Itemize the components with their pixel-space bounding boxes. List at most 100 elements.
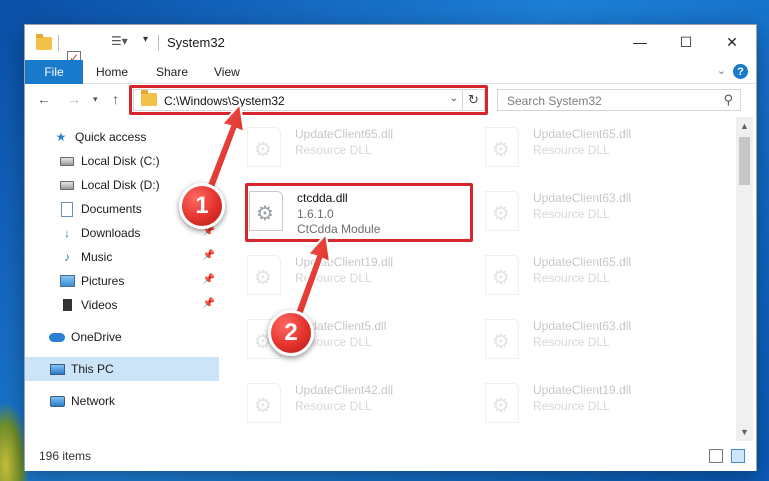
tab-view[interactable]: View xyxy=(214,65,240,79)
dll-file-icon xyxy=(485,319,519,359)
close-button[interactable]: ✕ xyxy=(709,25,755,59)
file-name: UpdateClient65.dll xyxy=(533,127,632,141)
nav-item-pictures[interactable]: Pictures 📌 xyxy=(25,269,219,293)
file-name: UpdateClient63.dll xyxy=(533,191,632,205)
file-item[interactable]: UpdateClient42.dll Resource DLL xyxy=(221,377,449,433)
file-name: UpdateClient63.dll xyxy=(533,319,632,333)
details-view-icon[interactable] xyxy=(709,449,723,463)
dll-file-icon xyxy=(485,127,519,167)
file-item[interactable]: UpdateClient63.dll Resource DLL xyxy=(459,313,687,369)
nav-item-videos[interactable]: Videos 📌 xyxy=(25,293,219,317)
nav-item-label: Local Disk (C:) xyxy=(81,154,160,168)
file-name: UpdateClient19.dll xyxy=(295,255,394,269)
drive-icon xyxy=(59,177,75,193)
forward-arrow-icon[interactable]: → xyxy=(67,91,81,107)
file-name: UpdateClient42.dll xyxy=(295,383,394,397)
item-count: 196 items xyxy=(39,449,92,463)
dll-file-icon xyxy=(485,383,519,423)
scrollbar-thumb[interactable] xyxy=(739,137,750,185)
nav-item-label: Music xyxy=(81,250,113,264)
nav-item-music[interactable]: ♪ Music 📌 xyxy=(25,245,219,269)
file-item[interactable]: UpdateClient19.dll Resource DLL xyxy=(459,377,687,433)
file-type: Resource DLL xyxy=(295,271,372,285)
file-type: Resource DLL xyxy=(295,143,372,157)
this-pc-icon xyxy=(49,361,65,377)
file-item[interactable]: UpdateClient65.dll Resource DLL xyxy=(459,121,687,177)
file-item[interactable]: UpdateClient63.dll Resource DLL xyxy=(459,185,687,241)
quick-access-dropdown-icon[interactable]: ▾ xyxy=(143,34,148,52)
file-explorer-window: ☰▾ ▾ System32 — ☐ ✕ File Home Share View… xyxy=(24,24,757,471)
file-name: UpdateClient19.dll xyxy=(533,383,632,397)
customize-toolbar-icon[interactable]: ☰▾ xyxy=(111,34,128,52)
onedrive-icon xyxy=(49,329,65,345)
download-icon: ↓ xyxy=(64,226,70,240)
large-icons-view-icon[interactable] xyxy=(731,449,745,463)
recent-locations-icon[interactable]: ▾ xyxy=(93,94,98,105)
music-icon: ♪ xyxy=(64,250,70,264)
file-list-pane: UpdateClient65.dll Resource DLL ctcdda.d… xyxy=(221,117,735,437)
search-box[interactable]: Search System32 ⚲ xyxy=(497,89,741,111)
pictures-icon xyxy=(59,273,75,289)
file-type: Resource DLL xyxy=(533,335,610,349)
file-highlight-box xyxy=(245,183,473,242)
drive-icon xyxy=(59,153,75,169)
tab-home[interactable]: Home xyxy=(96,65,128,79)
title-bar: ☰▾ ▾ System32 — ☐ ✕ xyxy=(25,25,756,82)
up-arrow-icon[interactable]: ↑ xyxy=(112,91,119,107)
callout-step-2: 2 xyxy=(268,310,314,356)
folder-icon xyxy=(36,34,52,50)
pin-icon[interactable]: 📌 xyxy=(203,298,215,309)
tab-file[interactable]: File xyxy=(25,60,83,84)
pin-icon[interactable]: 📌 xyxy=(203,274,215,285)
nav-item-local-disk-c[interactable]: Local Disk (C:) xyxy=(25,149,219,173)
pin-icon[interactable]: 📌 xyxy=(203,250,215,261)
nav-item-label: Documents xyxy=(81,202,142,216)
file-item[interactable]: UpdateClient19.dll Resource DLL xyxy=(221,249,449,305)
dll-file-icon xyxy=(247,383,281,423)
file-type: Resource DLL xyxy=(533,399,610,413)
nav-item-onedrive[interactable]: OneDrive xyxy=(25,325,219,349)
dll-file-icon xyxy=(485,255,519,295)
maximize-button[interactable]: ☐ xyxy=(663,25,709,59)
nav-item-label: OneDrive xyxy=(71,330,122,344)
expand-ribbon-icon[interactable]: ⌄ xyxy=(717,64,726,77)
file-type: Resource DLL xyxy=(295,399,372,413)
back-arrow-icon[interactable]: ← xyxy=(37,91,51,107)
title-separator xyxy=(158,35,159,51)
file-name: UpdateClient65.dll xyxy=(533,255,632,269)
file-type: Resource DLL xyxy=(533,207,610,221)
toolbar-separator xyxy=(58,35,59,51)
search-icon[interactable]: ⚲ xyxy=(723,92,733,108)
nav-item-label: Pictures xyxy=(81,274,125,288)
address-highlight-box xyxy=(129,85,488,115)
dll-file-icon xyxy=(485,191,519,231)
nav-item-quick-access[interactable]: ★ Quick access xyxy=(25,125,219,149)
vertical-scrollbar[interactable]: ▲ ▼ xyxy=(736,117,753,441)
documents-icon xyxy=(59,201,75,217)
dll-file-icon xyxy=(247,127,281,167)
file-item[interactable]: UpdateClient65.dll Resource DLL xyxy=(459,249,687,305)
tab-share[interactable]: Share xyxy=(156,65,188,79)
file-type: Resource DLL xyxy=(533,271,610,285)
file-item[interactable]: UpdateClient65.dll Resource DLL xyxy=(221,121,449,177)
file-name: UpdateClient65.dll xyxy=(295,127,394,141)
star-icon: ★ xyxy=(55,130,67,144)
nav-item-label: Videos xyxy=(81,298,118,312)
network-icon xyxy=(49,393,65,409)
nav-item-network[interactable]: Network xyxy=(25,389,219,413)
nav-item-label: Network xyxy=(71,394,116,408)
help-icon[interactable]: ? xyxy=(733,64,748,79)
videos-icon xyxy=(59,297,75,313)
file-type: Resource DLL xyxy=(533,143,610,157)
nav-item-label: Downloads xyxy=(81,226,141,240)
scroll-up-icon[interactable]: ▲ xyxy=(740,121,749,131)
scroll-down-icon[interactable]: ▼ xyxy=(740,427,749,437)
nav-item-this-pc[interactable]: This PC xyxy=(25,357,219,381)
navigation-pane: ★ Quick access Local Disk (C:) Local Dis… xyxy=(25,117,219,437)
nav-item-label: Local Disk (D:) xyxy=(81,178,160,192)
search-input[interactable]: Search System32 xyxy=(507,94,602,108)
ribbon-bar: File Home Share View ⌄ ? xyxy=(25,60,756,84)
minimize-button[interactable]: — xyxy=(617,25,663,59)
file-item[interactable]: UpdateClient5.dll Resource DLL xyxy=(221,313,449,369)
nav-item-label: This PC xyxy=(71,362,114,376)
